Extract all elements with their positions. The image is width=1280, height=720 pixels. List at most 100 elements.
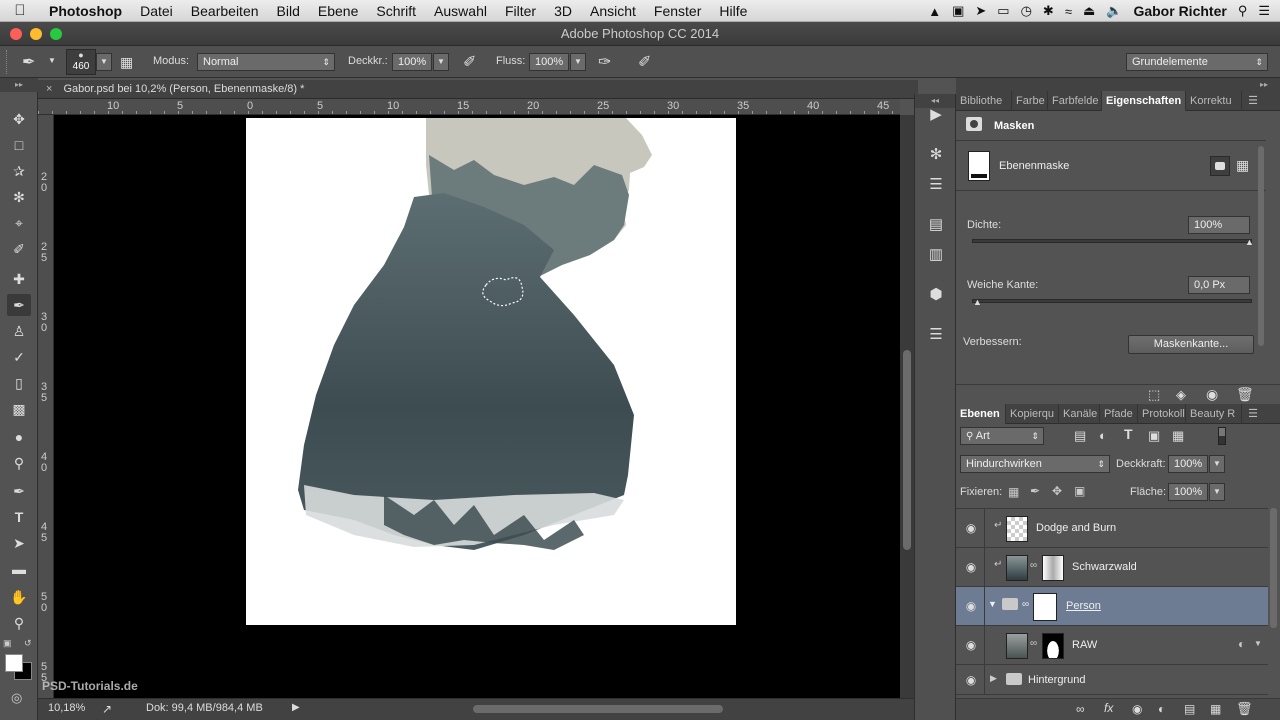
flow-input[interactable]: 100%	[529, 53, 569, 71]
tab-kopierquelle[interactable]: Kopierqu	[1006, 404, 1059, 424]
vertical-scrollbar[interactable]	[900, 115, 914, 698]
menu-auswahl[interactable]: Auswahl	[425, 3, 496, 19]
opacity-input[interactable]: 100%	[392, 53, 432, 71]
select-pixel-mask-button[interactable]	[1210, 156, 1230, 176]
default-colors-icon[interactable]: ▣	[3, 638, 12, 649]
filter-pixel-layers-icon[interactable]: ▤	[1074, 428, 1086, 444]
brush-size-picker[interactable]: ● 460	[66, 49, 96, 75]
layer-blend-mode-select[interactable]: Hindurchwirken ⇕	[960, 455, 1110, 473]
tab-protokoll[interactable]: Protokoll	[1138, 404, 1186, 424]
rectangle-tool-icon[interactable]: ▬	[7, 558, 31, 580]
layer-thumbnail[interactable]	[1006, 516, 1028, 542]
menu-bearbeiten[interactable]: Bearbeiten	[182, 3, 268, 19]
delete-layer-trash-icon[interactable]: 🗑	[1236, 701, 1253, 717]
layer-name[interactable]: Person	[1066, 600, 1101, 612]
horizontal-scroll-thumb[interactable]	[473, 705, 723, 713]
tools-collapse-icon[interactable]: ▸▸	[0, 78, 38, 92]
visibility-eye-icon[interactable]: ◉	[964, 560, 978, 574]
foreground-color-swatch[interactable]	[5, 654, 23, 672]
airbrush-icon[interactable]: ✑	[598, 52, 611, 72]
menu-fenster[interactable]: Fenster	[645, 3, 710, 19]
actions-play-icon[interactable]: ▶	[925, 104, 947, 126]
layer-row-hintergrund[interactable]: ◉ ▶ Hintergrund	[956, 665, 1268, 695]
status-menu-arrow-icon[interactable]: ▶	[292, 702, 300, 713]
tab-kanaele[interactable]: Kanäle	[1059, 404, 1100, 424]
zoom-window-button[interactable]	[50, 28, 62, 40]
opacity-dropdown[interactable]: ▼	[433, 53, 449, 71]
eraser-tool-icon[interactable]: ▯	[7, 372, 31, 394]
properties-scroll-thumb[interactable]	[1258, 146, 1264, 346]
apple-icon[interactable]: 	[0, 2, 40, 19]
menu-hilfe[interactable]: Hilfe	[710, 3, 756, 19]
history-brush-tool-icon[interactable]: ✓	[7, 346, 31, 368]
swap-colors-icon[interactable]: ↺	[24, 638, 32, 649]
canvas-area[interactable]	[54, 115, 900, 698]
expand-effects-chevron-icon[interactable]: ▼	[1254, 639, 1262, 648]
layer-row-person[interactable]: ◉ ▼ ∞ Person	[956, 587, 1268, 626]
volume-icon[interactable]: 🔈	[1106, 3, 1122, 19]
layer-filter-kind-select[interactable]: ⚲ Art ⇕	[960, 427, 1044, 445]
pressure-size-icon[interactable]: ✐	[638, 52, 651, 72]
brush-tool-icon[interactable]: ✒	[7, 294, 31, 316]
spotlight-search-icon[interactable]: ⚲	[1238, 3, 1248, 19]
tab-bibliotheken[interactable]: Bibliothe	[956, 91, 1012, 111]
document-canvas[interactable]	[54, 115, 900, 698]
fill-dropdown[interactable]: ▼	[1209, 483, 1225, 501]
layer-mask-thumbnail[interactable]	[1042, 555, 1064, 581]
blur-tool-icon[interactable]: ●	[7, 426, 31, 448]
tab-eigenschaften[interactable]: Eigenschaften	[1102, 91, 1186, 111]
type-tool-icon[interactable]: T	[7, 506, 31, 528]
eject-icon[interactable]: ⏏	[1083, 3, 1095, 19]
menu-datei[interactable]: Datei	[131, 3, 182, 19]
crop-tool-icon[interactable]: ⌖	[7, 212, 31, 234]
healing-brush-tool-icon[interactable]: ✚	[7, 268, 31, 290]
layer-thumbnail[interactable]	[1006, 633, 1028, 659]
apply-mask-icon[interactable]: ◈	[1176, 387, 1186, 403]
menu-filter[interactable]: Filter	[496, 3, 545, 19]
layer-row-raw[interactable]: ◉ ∞ RAW ◐ ▼	[956, 626, 1268, 665]
layers-scroll-thumb[interactable]	[1270, 508, 1277, 628]
layer-name[interactable]: Dodge and Burn	[1036, 522, 1116, 534]
mask-edge-button[interactable]: Maskenkante...	[1128, 335, 1254, 354]
quick-mask-icon[interactable]: ◎	[11, 690, 22, 706]
lock-transparent-icon[interactable]: ▦	[1008, 485, 1019, 499]
tab-korrekturen[interactable]: Korrektu	[1186, 91, 1242, 111]
visibility-eye-icon[interactable]: ◉	[964, 599, 978, 613]
layer-row-dodge-and-burn[interactable]: ◉ ↵ Dodge and Burn	[956, 509, 1268, 548]
mask-link-chain-icon[interactable]: ∞	[1030, 638, 1037, 649]
new-group-folder-icon[interactable]: ▤	[1184, 702, 1195, 716]
panels-collapse-icon[interactable]: ▸▸	[1260, 78, 1268, 92]
close-document-icon[interactable]: ×	[46, 83, 52, 95]
menu-bild[interactable]: Bild	[268, 3, 309, 19]
dodge-tool-icon[interactable]: ⚲	[7, 452, 31, 474]
visibility-eye-icon[interactable]: ◉	[964, 521, 978, 535]
time-machine-icon[interactable]: ◷	[1021, 3, 1032, 19]
tab-pfade[interactable]: Pfade	[1100, 404, 1138, 424]
layers-scrollbar[interactable]	[1268, 508, 1280, 698]
notes-icon[interactable]: ▤	[925, 214, 947, 236]
brush-presets-icon[interactable]: ✻	[925, 144, 947, 166]
tab-ebenen[interactable]: Ebenen	[956, 404, 1006, 424]
menu-schrift[interactable]: Schrift	[367, 3, 425, 19]
layers-panel-menu-icon[interactable]: ☰	[1242, 404, 1264, 424]
filter-adjustment-layers-icon[interactable]: ◐	[1099, 428, 1107, 443]
load-selection-icon[interactable]: ⬚	[1148, 387, 1160, 403]
paragraph-icon[interactable]: ▥	[925, 244, 947, 266]
group-expand-chevron-icon[interactable]: ▼	[988, 599, 997, 609]
layer-opacity-input[interactable]: 100%	[1168, 455, 1208, 473]
feather-input[interactable]: 0,0 Px	[1188, 276, 1250, 294]
lock-position-icon[interactable]: ✥	[1052, 484, 1062, 498]
fill-input[interactable]: 100%	[1168, 483, 1208, 501]
close-window-button[interactable]	[10, 28, 22, 40]
user-name[interactable]: Gabor Richter	[1133, 3, 1226, 19]
eyedropper-tool-icon[interactable]: ✐	[7, 238, 31, 260]
tab-farbe[interactable]: Farbe	[1012, 91, 1048, 111]
options-grip[interactable]	[6, 50, 10, 74]
bluetooth-icon[interactable]: ✱	[1043, 3, 1054, 19]
mode-select[interactable]: Normal ⇕	[197, 53, 335, 71]
properties-scrollbar[interactable]	[1256, 142, 1266, 348]
path-selection-tool-icon[interactable]: ➤	[7, 532, 31, 554]
menu-ebene[interactable]: Ebene	[309, 3, 367, 19]
filter-smart-objects-icon[interactable]: ▦	[1172, 428, 1184, 444]
screen-icon[interactable]: ▣	[952, 3, 964, 19]
